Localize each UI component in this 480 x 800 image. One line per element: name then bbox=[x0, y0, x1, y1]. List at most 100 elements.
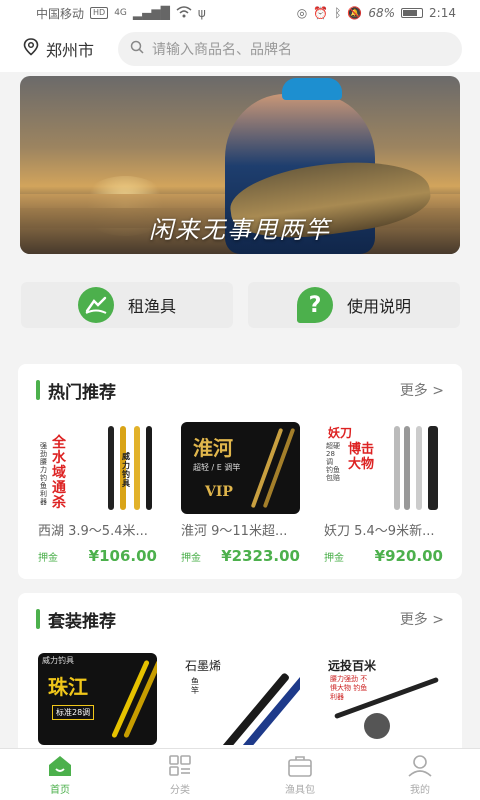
promo-banner[interactable]: 闲来无事甩两竿 bbox=[20, 76, 460, 254]
package-thumbnail: 威力钓具 珠江 标准28调 bbox=[38, 653, 157, 745]
fishing-icon bbox=[77, 287, 114, 323]
nav-category[interactable]: 分类 bbox=[120, 749, 240, 800]
thumb-side-text: 腰力强劲 不惧大物 钓鱼利器 bbox=[330, 675, 368, 701]
nav-bag[interactable]: 渔具包 bbox=[240, 749, 360, 800]
thumb-headline: 石墨烯 bbox=[185, 659, 222, 673]
wifi-icon bbox=[176, 5, 192, 21]
hot-section-title: 热门推荐 bbox=[36, 378, 116, 403]
search-placeholder: 请输入商品名、品牌名 bbox=[152, 42, 292, 58]
price-row: 押金 ¥920.00 bbox=[324, 547, 443, 565]
package-section-header: 套装推荐 更多 > bbox=[36, 607, 444, 632]
package-card[interactable]: 威力钓具 珠江 标准28调 bbox=[38, 653, 157, 745]
product-thumbnail: 淮河 超轻 / E 调竿 VIP bbox=[181, 422, 300, 514]
thumb-badge: VIP bbox=[205, 484, 233, 500]
title-accent-bar bbox=[36, 380, 40, 400]
title-accent-bar bbox=[36, 609, 40, 629]
rod-graphic bbox=[394, 426, 400, 510]
product-card[interactable]: 全水域通杀 强劲腰力 钓鱼利器 威力钓具 西湖 3.9～5.4米... 押金 ¥… bbox=[38, 422, 157, 565]
thumb-sub: 鱼竿 bbox=[191, 677, 199, 695]
category-icon bbox=[169, 754, 191, 776]
product-price: ¥920.00 bbox=[374, 547, 443, 565]
rod-graphic bbox=[404, 426, 410, 510]
rod-graphic bbox=[108, 426, 114, 510]
thumb-headline: 全水域通杀 bbox=[52, 435, 66, 511]
rod-graphic bbox=[134, 426, 140, 510]
thumb-sub: 标准28调 bbox=[52, 705, 95, 720]
product-thumbnail: 妖刀 博击大物 超硬 28调 钓鱼包赔 bbox=[324, 422, 443, 514]
banner-slogan: 闲来无事甩两竿 bbox=[149, 216, 331, 244]
top-header: 郑州市 请输入商品名、品牌名 bbox=[0, 26, 480, 72]
thumb-headline: 淮河 bbox=[193, 436, 233, 460]
app-screen: 中国移动 HD 4G ▂▄▆█ ψ ◎ ⏰ ᛒ 🔕 68% 2:14 郑州市 请… bbox=[0, 0, 480, 800]
rent-gear-button[interactable]: 租渔具 bbox=[21, 282, 233, 328]
product-name: 淮河 9～11米超... bbox=[181, 524, 288, 539]
banner-cap bbox=[282, 78, 342, 100]
mute-icon: 🔕 bbox=[347, 6, 363, 20]
hot-section: 热门推荐 更多 > 全水域通杀 强劲腰力 钓鱼利器 威力钓具 西湖 3.9～5.… bbox=[18, 364, 462, 579]
thumb-headline: 远投百米 bbox=[328, 659, 377, 673]
package-section-title: 套装推荐 bbox=[36, 607, 116, 632]
deposit-label: 押金 bbox=[38, 553, 58, 564]
location-pin-icon bbox=[22, 38, 40, 60]
search-input[interactable]: 请输入商品名、品牌名 bbox=[118, 32, 462, 66]
status-left: 中国移动 HD 4G ▂▄▆█ ψ bbox=[36, 5, 206, 22]
signal-label: 4G bbox=[114, 8, 127, 18]
product-price: ¥2323.00 bbox=[221, 547, 300, 565]
bottom-nav: 首页 分类 渔具包 我的 bbox=[0, 748, 480, 800]
rent-gear-label: 租渔具 bbox=[127, 297, 176, 316]
thumb-side-text: 超硬 28调 钓鱼包赔 bbox=[326, 442, 340, 482]
profile-icon bbox=[408, 754, 432, 777]
status-right: ◎ ⏰ ᛒ 🔕 68% 2:14 bbox=[297, 6, 456, 20]
clock: 2:14 bbox=[429, 6, 456, 20]
package-card[interactable]: 石墨烯 鱼竿 bbox=[181, 653, 300, 745]
instructions-button[interactable]: ? 使用说明 bbox=[248, 282, 460, 328]
search-icon bbox=[130, 40, 144, 58]
signal-icon: ▂▄▆█ bbox=[132, 6, 170, 20]
product-name: 西湖 3.9～5.4米... bbox=[38, 524, 148, 539]
help-icon: ? bbox=[296, 287, 333, 323]
hot-section-header: 热门推荐 更多 > bbox=[36, 378, 444, 403]
package-card[interactable]: 远投百米 腰力强劲 不惧大物 钓鱼利器 bbox=[324, 653, 443, 745]
location-selector[interactable]: 郑州市 bbox=[22, 37, 118, 61]
instructions-label: 使用说明 bbox=[346, 297, 411, 316]
thumb-brand: 妖刀 bbox=[328, 426, 353, 440]
nav-category-label: 分类 bbox=[170, 784, 190, 796]
price-row: 押金 ¥2323.00 bbox=[181, 547, 300, 565]
nav-profile-label: 我的 bbox=[410, 784, 430, 796]
battery-percent: 68% bbox=[368, 6, 396, 20]
rod-graphic bbox=[416, 426, 422, 510]
usb-icon: ψ bbox=[197, 6, 206, 20]
package-thumbnail: 石墨烯 鱼竿 bbox=[181, 653, 300, 745]
rod-graphic bbox=[239, 672, 300, 745]
hd-badge: HD bbox=[90, 7, 109, 19]
nav-bag-label: 渔具包 bbox=[285, 784, 315, 796]
hot-more-link[interactable]: 更多 > bbox=[400, 380, 444, 400]
headset-icon: ◎ bbox=[296, 6, 308, 20]
price-row: 押金 ¥106.00 bbox=[38, 547, 157, 565]
nav-home-label: 首页 bbox=[50, 784, 70, 796]
carrier-label: 中国移动 bbox=[36, 6, 85, 21]
product-card[interactable]: 淮河 超轻 / E 调竿 VIP 淮河 9～11米超... 押金 ¥2323.0… bbox=[181, 422, 300, 565]
product-price: ¥106.00 bbox=[88, 547, 157, 565]
thumb-brand: 威力钓具 bbox=[122, 452, 130, 488]
alarm-icon: ⏰ bbox=[313, 6, 329, 20]
city-label: 郑州市 bbox=[46, 41, 95, 60]
nav-profile[interactable]: 我的 bbox=[360, 749, 480, 800]
product-name: 妖刀 5.4～9米新... bbox=[324, 524, 435, 539]
product-card[interactable]: 妖刀 博击大物 超硬 28调 钓鱼包赔 妖刀 5.4～9米新... 押金 ¥92… bbox=[324, 422, 443, 565]
package-product-list: 威力钓具 珠江 标准28调 石墨烯 鱼竿 远投百米 腰力强劲 不惧大物 钓鱼利器 bbox=[38, 653, 443, 745]
thumb-headline: 博击大物 bbox=[348, 442, 375, 472]
rod-graphic bbox=[146, 426, 152, 510]
product-thumbnail: 全水域通杀 强劲腰力 钓鱼利器 威力钓具 bbox=[38, 422, 157, 514]
deposit-label: 押金 bbox=[324, 553, 344, 564]
nav-home[interactable]: 首页 bbox=[0, 749, 120, 800]
battery-icon bbox=[401, 8, 424, 18]
thumb-sub: 超轻 / E 调竿 bbox=[193, 463, 241, 472]
package-section: 套装推荐 更多 > 威力钓具 珠江 标准28调 石墨烯 鱼竿 远投百米 腰力强劲… bbox=[18, 593, 462, 763]
thumb-side-text: 强劲腰力 钓鱼利器 bbox=[40, 442, 47, 506]
deposit-label: 押金 bbox=[181, 553, 201, 564]
package-more-link[interactable]: 更多 > bbox=[400, 609, 444, 629]
bluetooth-icon: ᛒ bbox=[334, 6, 342, 20]
thumb-brand: 威力钓具 bbox=[42, 656, 74, 665]
package-title-text: 套装推荐 bbox=[48, 611, 116, 632]
